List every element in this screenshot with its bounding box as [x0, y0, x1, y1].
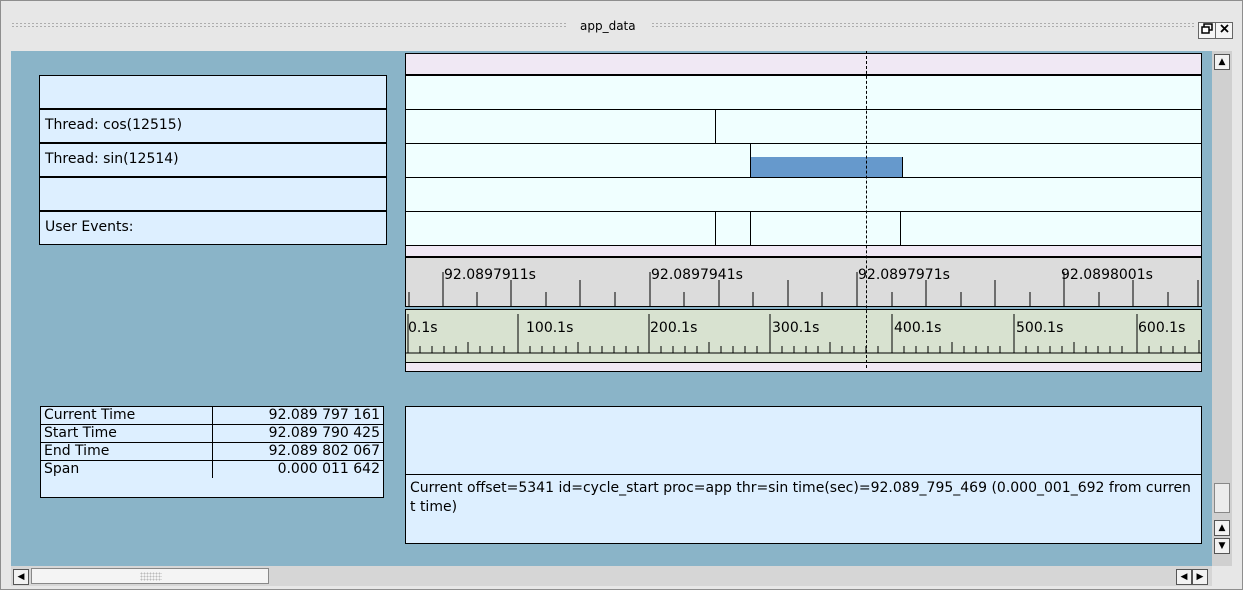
stat-label: Start Time [44, 425, 117, 441]
stat-row-end-time: End Time 92.089 802 067 [41, 443, 383, 461]
horizontal-scrollbar[interactable]: ◀ ◀ ▶ [11, 566, 1212, 586]
row-label-blank-2 [39, 177, 387, 211]
offset-ruler-label: 500.1s [1016, 320, 1064, 336]
time-ruler-label: 92.0898001s [1061, 267, 1153, 283]
event-info-divider [406, 474, 1201, 475]
stat-value: 0.000 011 642 [277, 461, 380, 477]
track-blank-2[interactable] [405, 177, 1202, 212]
cos-event-marker [715, 110, 716, 143]
window-title: app_data [572, 19, 644, 33]
sin-span-bar[interactable] [750, 157, 903, 177]
vertical-scrollbar[interactable]: ▲ ▲ ▼ [1212, 51, 1232, 566]
stat-row-span: Span 0.000 011 642 [41, 461, 383, 478]
stat-value: 92.089 790 425 [268, 425, 380, 441]
offset-ruler-label: 600.1s [1138, 320, 1186, 336]
offset-ruler-label: 0.1s [408, 320, 438, 336]
event-info-text: Current offset=5341 id=cycle_start proc=… [410, 480, 1191, 515]
track-footer-strip [405, 245, 1202, 257]
user-event-marker-2 [750, 212, 751, 245]
track-thread-sin[interactable] [405, 143, 1202, 178]
track-blank-1[interactable] [405, 75, 1202, 110]
scroll-up-icon[interactable]: ▲ [1214, 520, 1230, 536]
row-label-thread-sin[interactable]: Thread: sin(12514) [39, 143, 387, 177]
offset-ruler[interactable]: 0.1s 100.1s 200.1s 300.1s 400.1s 500.1s … [405, 309, 1202, 363]
scroll-up-icon[interactable]: ▲ [1214, 54, 1230, 70]
stat-row-start-time: Start Time 92.089 790 425 [41, 425, 383, 443]
row-label-blank-1 [39, 75, 387, 109]
sin-span-start [750, 144, 751, 177]
title-bar[interactable]: app_data [11, 15, 1196, 33]
time-ruler-label: 92.0897911s [444, 267, 536, 283]
track-thread-cos[interactable] [405, 109, 1202, 144]
current-time-cursor[interactable] [866, 51, 867, 368]
stat-label: Current Time [44, 407, 136, 423]
scroll-left-icon[interactable]: ◀ [13, 569, 29, 585]
close-icon[interactable] [1215, 22, 1233, 39]
scroll-grip [140, 572, 162, 581]
track-user-events[interactable] [405, 211, 1202, 246]
restore-icon[interactable] [1198, 22, 1216, 39]
stat-row-current-time: Current Time 92.089 797 161 [41, 407, 383, 425]
timeline-panel: Thread: cos(12515) Thread: sin(12514) Us… [11, 51, 1212, 566]
offset-ruler-ticks [406, 314, 1201, 354]
offset-ruler-label: 200.1s [650, 320, 698, 336]
horizontal-scroll-thumb[interactable] [31, 568, 269, 584]
stat-label: Span [44, 461, 80, 477]
offset-ruler-label: 400.1s [894, 320, 942, 336]
row-label-thread-cos[interactable]: Thread: cos(12515) [39, 109, 387, 143]
title-grip-left [11, 22, 566, 27]
app-data-window: app_data Thread: cos(12515) Thread: sin(… [0, 0, 1243, 590]
time-ruler-label: 92.0897971s [858, 267, 950, 283]
vertical-scroll-thumb[interactable] [1214, 483, 1230, 513]
stat-value: 92.089 797 161 [268, 407, 380, 423]
row-label-user-events[interactable]: User Events: [39, 211, 387, 245]
scroll-right-icon[interactable]: ▶ [1192, 569, 1208, 585]
time-ruler[interactable]: 92.0897911s 92.0897941s 92.0897971s 92.0… [405, 257, 1202, 307]
event-info-panel: Current offset=5341 id=cycle_start proc=… [405, 406, 1202, 544]
offset-ruler-label: 300.1s [772, 320, 820, 336]
stat-value: 92.089 802 067 [268, 443, 380, 459]
offset-ruler-label: 100.1s [526, 320, 574, 336]
timeline-header-strip [405, 53, 1202, 75]
time-ruler-label: 92.0897941s [651, 267, 743, 283]
time-stats-table: Current Time 92.089 797 161 Start Time 9… [40, 406, 384, 498]
ruler-footer-strip [405, 362, 1202, 372]
title-grip-right [651, 22, 1196, 27]
scroll-down-icon[interactable]: ▼ [1214, 538, 1230, 554]
user-event-marker-3 [900, 212, 901, 245]
scroll-left-icon[interactable]: ◀ [1176, 569, 1192, 585]
stat-label: End Time [44, 443, 110, 459]
user-event-marker-1 [715, 212, 716, 245]
